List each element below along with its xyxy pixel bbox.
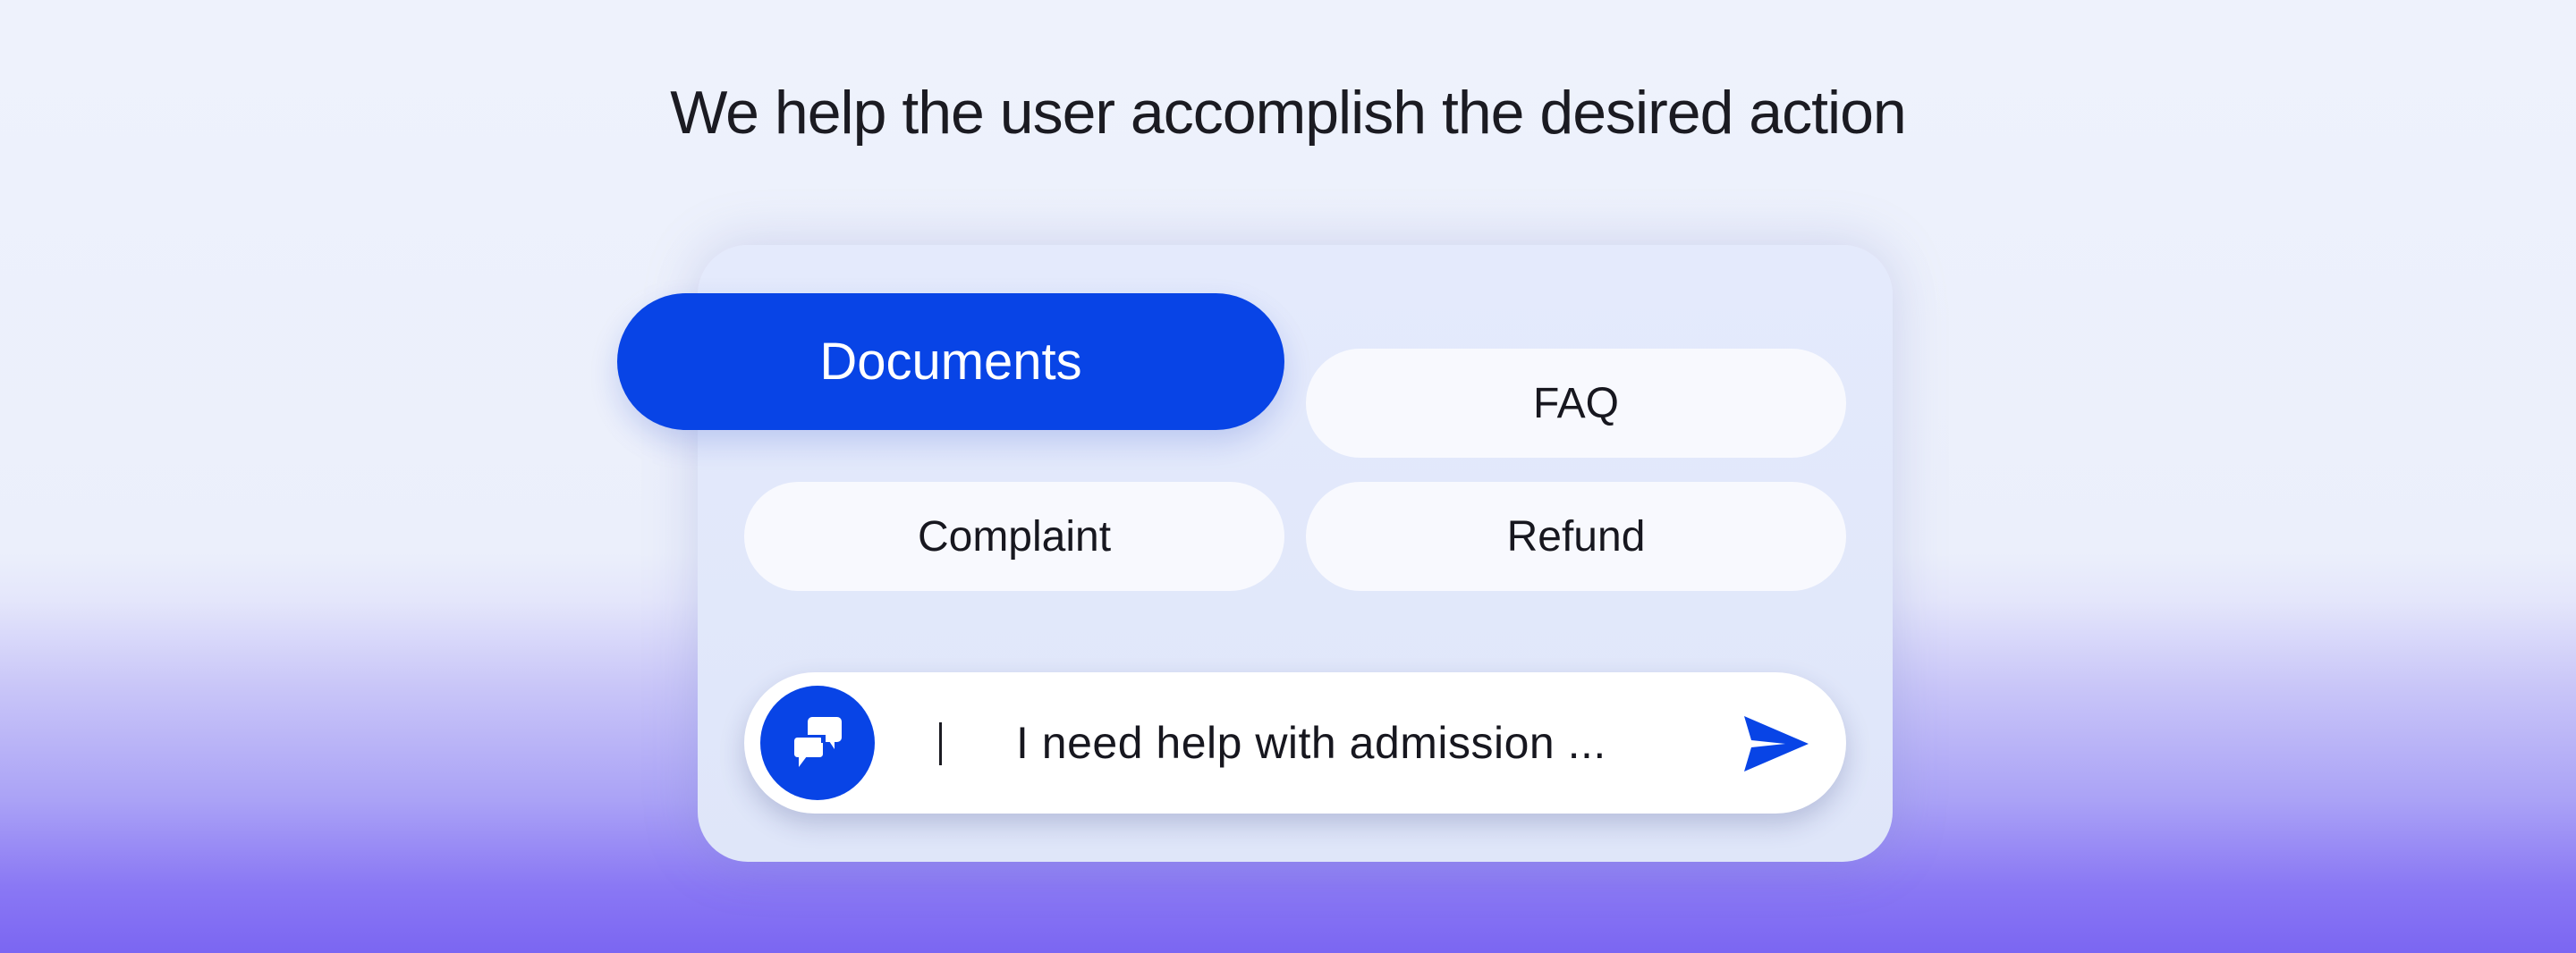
documents-option-label: Documents [819, 333, 1082, 391]
complaint-option-button[interactable]: Complaint [744, 482, 1284, 591]
faq-option-button[interactable]: FAQ [1306, 349, 1846, 458]
documents-option-button[interactable]: Documents [617, 293, 1284, 430]
message-input-bar[interactable]: I need help with admission ... [744, 672, 1846, 814]
faq-option-label: FAQ [1532, 379, 1620, 427]
refund-option-button[interactable]: Refund [1306, 482, 1846, 591]
complaint-option-label: Complaint [917, 512, 1112, 561]
send-button[interactable] [1739, 712, 1814, 776]
send-icon [1744, 716, 1809, 772]
text-cursor [939, 722, 942, 765]
chat-button[interactable] [760, 686, 875, 800]
message-input-text[interactable]: I need help with admission ... [1016, 713, 1660, 772]
chat-bubbles-icon [792, 717, 842, 767]
headline: We help the user accomplish the desired … [670, 79, 1907, 147]
refund-option-label: Refund [1506, 512, 1646, 561]
